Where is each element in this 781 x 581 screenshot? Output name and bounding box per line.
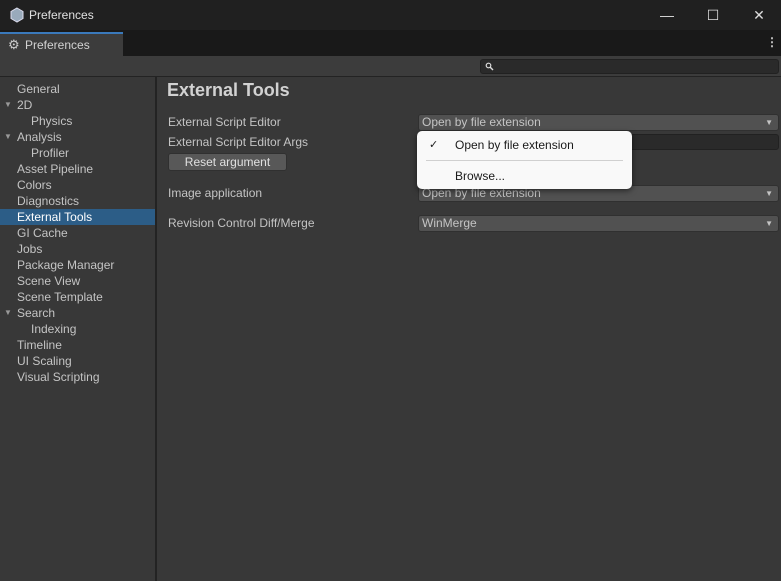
sidebar-item-label: Asset Pipeline bbox=[17, 162, 94, 176]
dropdown-arrow-icon: ▼ bbox=[765, 189, 773, 198]
unity-app-icon bbox=[10, 7, 24, 23]
script-editor-args-label: External Script Editor Args bbox=[168, 135, 309, 149]
revision-control-label: Revision Control Diff/Merge bbox=[168, 216, 315, 230]
sidebar-item[interactable]: Jobs bbox=[0, 241, 155, 257]
tab-label: Preferences bbox=[25, 38, 90, 52]
window-title: Preferences bbox=[29, 8, 94, 22]
sidebar-item-label: 2D bbox=[17, 98, 33, 112]
title-bar: Preferences — ☐ ✕ bbox=[0, 0, 781, 30]
sidebar-item[interactable]: Colors bbox=[0, 177, 155, 193]
sidebar-item[interactable]: Physics bbox=[0, 113, 155, 129]
sidebar-item-label: Diagnostics bbox=[17, 194, 80, 208]
search-input[interactable] bbox=[480, 59, 779, 74]
reset-argument-button[interactable]: Reset argument bbox=[168, 153, 287, 171]
sidebar-item-label: Indexing bbox=[31, 322, 77, 336]
sidebar-item-label: UI Scaling bbox=[17, 354, 72, 368]
dropdown-value: Open by file extension bbox=[422, 115, 541, 129]
sidebar-item[interactable]: ▼ Analysis bbox=[0, 129, 155, 145]
sidebar-item-label: Colors bbox=[17, 178, 52, 192]
sidebar-item[interactable]: Indexing bbox=[0, 321, 155, 337]
tab-preferences[interactable]: ⚙ Preferences bbox=[0, 32, 123, 56]
revision-control-dropdown[interactable]: WinMerge ▼ bbox=[418, 215, 779, 232]
close-button[interactable]: ✕ bbox=[736, 0, 781, 30]
sidebar-item[interactable]: Scene Template bbox=[0, 289, 155, 305]
dropdown-arrow-icon: ▼ bbox=[765, 219, 773, 228]
popup-item-browse[interactable]: Browse... bbox=[455, 169, 505, 183]
script-editor-dropdown[interactable]: Open by file extension ▼ bbox=[418, 114, 779, 131]
script-editor-label: External Script Editor bbox=[168, 115, 281, 129]
sidebar-item-label: General bbox=[17, 82, 60, 96]
dropdown-popup: ✓ Open by file extension Browse... bbox=[417, 131, 632, 189]
minimize-button[interactable]: — bbox=[644, 0, 690, 30]
expand-arrow-icon[interactable]: ▼ bbox=[4, 129, 12, 145]
tab-menu-icon[interactable]: ⋮ bbox=[766, 35, 778, 49]
expand-arrow-icon[interactable]: ▼ bbox=[4, 305, 12, 321]
expand-arrow-icon[interactable]: ▼ bbox=[4, 97, 12, 113]
popup-separator bbox=[426, 160, 623, 161]
sidebar-item-label: Scene Template bbox=[17, 290, 103, 304]
dropdown-arrow-icon: ▼ bbox=[765, 118, 773, 127]
sidebar-item[interactable]: UI Scaling bbox=[0, 353, 155, 369]
popup-item-open-by-file-extension[interactable]: Open by file extension bbox=[455, 138, 574, 152]
sidebar-item[interactable]: External Tools bbox=[0, 209, 155, 225]
sidebar-item[interactable]: Asset Pipeline bbox=[0, 161, 155, 177]
sidebar-item-label: External Tools bbox=[17, 210, 93, 224]
sidebar-item[interactable]: Profiler bbox=[0, 145, 155, 161]
sidebar-item-label: Visual Scripting bbox=[17, 370, 100, 384]
sidebar-item-label: Profiler bbox=[31, 146, 70, 160]
sidebar-item-label: Jobs bbox=[17, 242, 43, 256]
sidebar-item[interactable]: Timeline bbox=[0, 337, 155, 353]
sidebar-item-label: Timeline bbox=[17, 338, 62, 352]
maximize-button[interactable]: ☐ bbox=[690, 0, 736, 30]
sidebar-item[interactable]: ▼ Search bbox=[0, 305, 155, 321]
sidebar-item-label: Package Manager bbox=[17, 258, 115, 272]
sidebar-item-label: Analysis bbox=[17, 130, 62, 144]
sidebar-item[interactable]: General bbox=[0, 81, 155, 97]
sidebar-item[interactable]: GI Cache bbox=[0, 225, 155, 241]
checkmark-icon: ✓ bbox=[429, 139, 439, 151]
sidebar-item[interactable]: ▼ 2D bbox=[0, 97, 155, 113]
sidebar-item-label: Search bbox=[17, 306, 56, 320]
sidebar-item-label: Physics bbox=[31, 114, 73, 128]
sidebar-item-label: Scene View bbox=[17, 274, 81, 288]
sidebar-item[interactable]: Package Manager bbox=[0, 257, 155, 273]
image-application-label: Image application bbox=[168, 186, 263, 200]
sidebar: General ▼ 2D Physics ▼ Analysis Profiler Asset … bbox=[0, 77, 156, 581]
sidebar-item[interactable]: Visual Scripting bbox=[0, 369, 155, 385]
gear-icon: ⚙ bbox=[8, 37, 20, 52]
sidebar-item[interactable]: Diagnostics bbox=[0, 193, 155, 209]
search-icon bbox=[485, 62, 494, 71]
sidebar-item[interactable]: Scene View bbox=[0, 273, 155, 289]
dropdown-value: WinMerge bbox=[422, 216, 477, 230]
sidebar-item-label: GI Cache bbox=[17, 226, 68, 240]
page-title: External Tools bbox=[167, 80, 290, 100]
